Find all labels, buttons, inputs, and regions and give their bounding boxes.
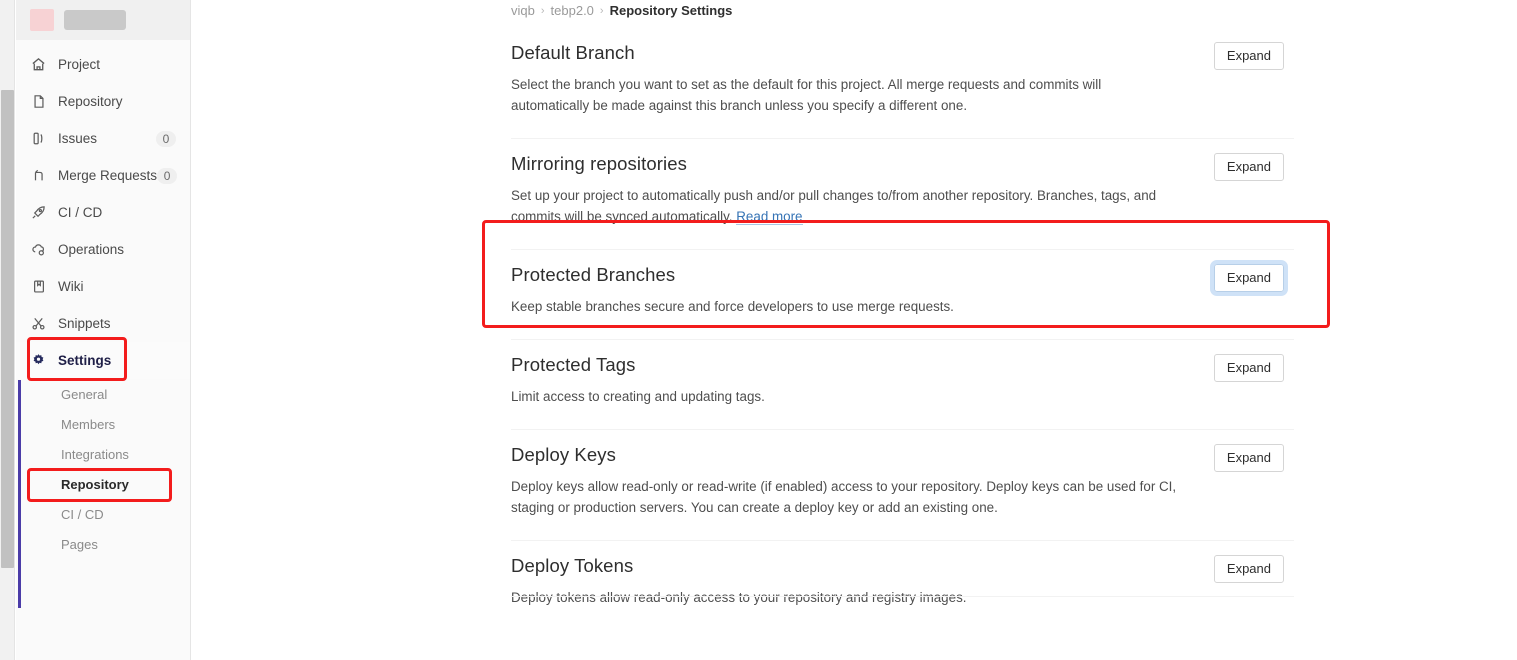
sidebar-subitem-pages[interactable]: Pages (16, 529, 190, 559)
sidebar-subitem-members[interactable]: Members (16, 409, 190, 439)
sidebar-subitem-ci-cd[interactable]: CI / CD (16, 499, 190, 529)
sidebar-item-label: Settings (58, 353, 112, 368)
sidebar-item-label: Merge Requests (58, 168, 158, 183)
sidebar-item-label: Operations (58, 242, 125, 257)
sidebar-subitem-general[interactable]: General (16, 379, 190, 409)
page-scrollbar-thumb[interactable] (1, 90, 14, 568)
sidebar-item-wiki[interactable]: Wiki (16, 268, 190, 305)
repository-settings-page: Project Repository Issues 0 Merge Reques… (0, 0, 1517, 660)
section-mirroring-repositories: Mirroring repositories Set up your proje… (511, 138, 1294, 249)
sidebar-item-label: Wiki (58, 279, 84, 294)
section-title: Protected Branches (511, 264, 676, 285)
expand-button-deploy-keys[interactable]: Expand (1213, 444, 1284, 472)
sidebar-item-label: Snippets (58, 316, 111, 331)
sidebar-item-ci-cd[interactable]: CI / CD (16, 194, 190, 231)
expand-button-default-branch[interactable]: Expand (1213, 42, 1284, 70)
expand-button-mirroring-repositories[interactable]: Expand (1213, 153, 1284, 181)
breadcrumb-item-group[interactable]: viqb (511, 3, 535, 18)
sidebar-item-issues[interactable]: Issues 0 (16, 120, 190, 157)
project-name-redacted (64, 10, 126, 30)
section-description: Set up your project to automatically pus… (511, 185, 1183, 227)
read-more-link[interactable]: Read more (736, 209, 803, 225)
expand-button-protected-tags[interactable]: Expand (1213, 354, 1284, 382)
breadcrumb-item-current: Repository Settings (609, 3, 733, 18)
section-title: Protected Tags (511, 354, 636, 375)
home-icon (30, 56, 47, 73)
project-avatar[interactable] (30, 9, 54, 31)
settings-sections-list: Default Branch Select the branch you wan… (511, 28, 1294, 630)
subnav-label: Repository (61, 476, 129, 492)
page-scrollbar-track[interactable] (0, 0, 15, 660)
bottom-divider (511, 596, 1294, 597)
sidebar-item-settings[interactable]: Settings (16, 342, 190, 379)
section-default-branch: Default Branch Select the branch you wan… (511, 28, 1294, 138)
subnav-label: CI / CD (61, 506, 104, 522)
subnav-label: Pages (61, 536, 98, 552)
sidebar: Project Repository Issues 0 Merge Reques… (16, 0, 191, 660)
merge-requests-count-badge: 0 (157, 167, 178, 184)
breadcrumb-separator: › (599, 4, 604, 17)
book-icon (30, 278, 47, 295)
sidebar-nav-scroll: Project Repository Issues 0 Merge Reques… (16, 40, 190, 660)
section-description: Deploy keys allow read-only or read-writ… (511, 479, 1177, 515)
section-description: Deploy tokens allow read-only access to … (511, 590, 967, 605)
sidebar-header (16, 0, 190, 40)
subnav-label: Integrations (61, 446, 129, 462)
sidebar-item-label: Repository (58, 94, 123, 109)
gear-icon (30, 352, 47, 369)
sidebar-item-label: CI / CD (58, 205, 103, 220)
rocket-icon (30, 204, 47, 221)
subnav-label: Members (61, 416, 116, 432)
sidebar-item-operations[interactable]: Operations (16, 231, 190, 268)
sidebar-item-label: Project (58, 57, 101, 72)
section-description: Select the branch you want to set as the… (511, 77, 1102, 113)
section-protected-tags: Protected Tags Limit access to creating … (511, 339, 1294, 429)
breadcrumb-separator: › (540, 4, 545, 17)
issues-count-badge: 0 (156, 130, 176, 147)
section-description-text: Set up your project to automatically pus… (511, 188, 1157, 224)
merge-request-icon (30, 167, 47, 184)
sidebar-item-label: Issues (58, 131, 98, 146)
main-content: viqb › tebp2.0 › Repository Settings Def… (191, 0, 1517, 660)
section-title: Mirroring repositories (511, 153, 687, 174)
active-section-rail (18, 380, 21, 608)
section-description: Keep stable branches secure and force de… (511, 299, 954, 314)
section-title: Deploy Tokens (511, 555, 634, 576)
sidebar-subitem-integrations[interactable]: Integrations (16, 439, 190, 469)
section-deploy-keys: Deploy Keys Deploy keys allow read-only … (511, 429, 1294, 540)
expand-button-protected-branches[interactable]: Expand (1209, 260, 1289, 296)
sidebar-item-merge-requests[interactable]: Merge Requests 0 (16, 157, 190, 194)
section-description: Limit access to creating and updating ta… (511, 389, 765, 404)
sidebar-item-snippets[interactable]: Snippets (16, 305, 190, 342)
file-document-icon (30, 93, 47, 110)
sidebar-item-project[interactable]: Project (16, 46, 190, 83)
sidebar-subitem-repository[interactable]: Repository (16, 469, 190, 499)
scissors-icon (30, 315, 47, 332)
cloud-gear-icon (30, 241, 47, 258)
section-deploy-tokens: Deploy Tokens Deploy tokens allow read-o… (511, 540, 1294, 630)
section-title: Default Branch (511, 42, 635, 63)
subnav-label: General (61, 386, 108, 402)
expand-button-deploy-tokens[interactable]: Expand (1213, 555, 1284, 583)
breadcrumb-item-project[interactable]: tebp2.0 (551, 3, 594, 18)
sidebar-nav: Project Repository Issues 0 Merge Reques… (16, 40, 190, 559)
section-protected-branches: Protected Branches Keep stable branches … (511, 249, 1294, 339)
breadcrumb: viqb › tebp2.0 › Repository Settings (511, 3, 732, 18)
sidebar-item-repository[interactable]: Repository (16, 83, 190, 120)
issues-icon (30, 130, 47, 147)
section-title: Deploy Keys (511, 444, 616, 465)
